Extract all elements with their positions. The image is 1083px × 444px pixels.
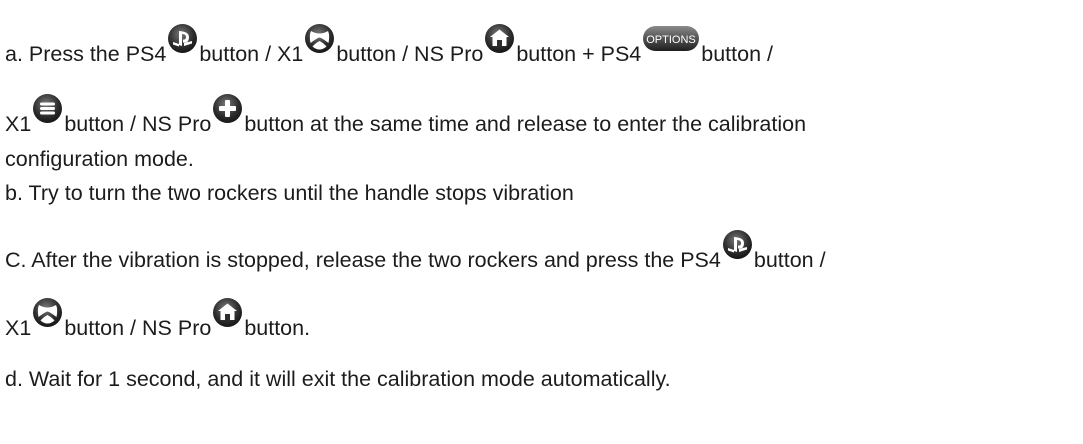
playstation-icon [167,23,198,54]
plus-icon [212,93,243,124]
text: b. Try to turn the two rockers until the… [5,181,574,205]
options-icon: OPTIONS [642,23,700,54]
menu-icon [32,93,63,124]
text: X1 [5,112,32,136]
home-icon [212,297,243,328]
text: button / X1 [199,42,304,66]
xbox-icon [304,23,335,54]
instruction-line-c-cont: X1 button / NS Pro button. [5,298,311,341]
options-label: OPTIONS [647,34,697,46]
home-icon [484,23,515,54]
text: button. [244,316,311,340]
text: X1 [5,316,32,340]
playstation-icon [722,229,753,260]
text: button at the same time and release to e… [244,112,807,136]
instruction-line-a-end: configuration mode. [5,146,194,172]
xbox-icon [32,297,63,328]
text: button + PS4 [516,42,642,66]
text: button / NS Pro [64,112,212,136]
text: C. After the vibration is stopped, relea… [5,248,721,272]
instruction-line-a: a. Press the PS4 button / X1 button / NS P… [5,24,773,67]
instruction-line-c: C. After the vibration is stopped, relea… [5,230,826,273]
text: button / [701,42,773,66]
instruction-line-d: d. Wait for 1 second, and it will exit t… [5,366,671,392]
text: button / NS Pro [64,316,212,340]
text: configuration mode. [5,147,194,171]
text: button / [753,248,826,272]
instruction-line-a-cont: X1 button / NS Pro button at the same time… [5,94,807,137]
instruction-line-b: b. Try to turn the two rockers until the… [5,180,574,206]
text: d. Wait for 1 second, and it will exit t… [5,367,671,391]
text: a. Press the PS4 [5,42,167,66]
text: button / NS Pro [336,42,484,66]
